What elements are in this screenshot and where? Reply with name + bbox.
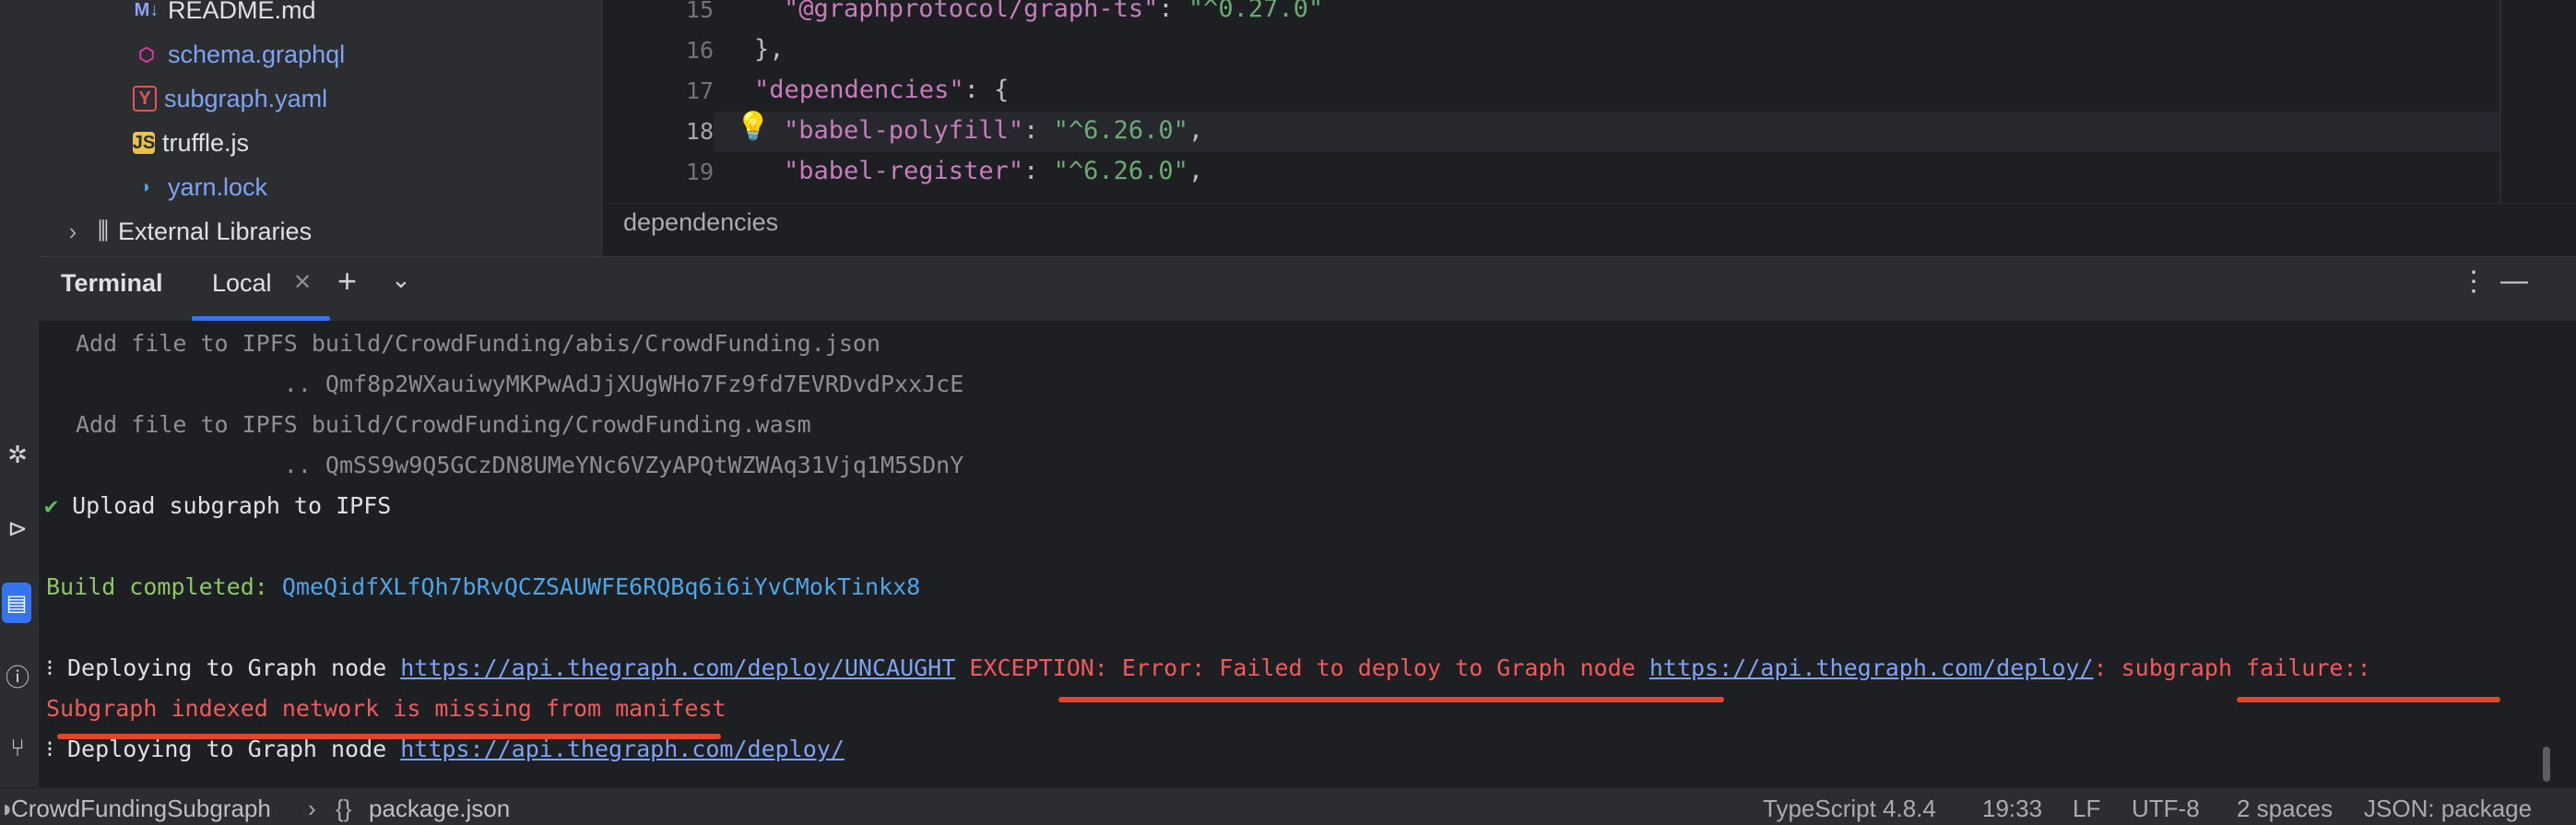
line-number: 17 xyxy=(685,77,714,104)
terminal-line: ⁝ Deploying to Graph node https://api.th… xyxy=(46,654,2371,681)
status-language[interactable]: TypeScript 4.8.4 xyxy=(1763,795,1936,823)
yaml-icon: Y xyxy=(133,86,157,112)
status-file[interactable]: package.json xyxy=(369,795,510,823)
minimize-icon[interactable]: — xyxy=(2500,265,2528,297)
project-tree: M↓ README.md ⬡ schema.graphql Y subgraph… xyxy=(39,0,603,256)
tree-item-truffle[interactable]: JS truffle.js xyxy=(133,122,249,164)
lightbulb-icon[interactable]: 💡 xyxy=(736,111,770,143)
terminal-line: Add file to IPFS build/CrowdFunding/abis… xyxy=(76,330,880,357)
code-line: "babel-register": "^6.26.0", xyxy=(784,157,1204,185)
tree-item-label: yarn.lock xyxy=(168,172,268,201)
line-number: 15 xyxy=(685,0,714,23)
tree-item-external-libraries[interactable]: › ⫼ External Libraries xyxy=(61,210,312,253)
tree-item-label: schema.graphql xyxy=(168,40,346,68)
more-options-icon[interactable]: ⋮ xyxy=(2460,265,2487,298)
tool-window-strip: ✲ ⊳ ▤ ⓘ ⑂ xyxy=(0,0,40,787)
code-line: "@graphprotocol/graph-ts": "^0.27.0" xyxy=(784,0,1324,23)
status-project[interactable]: CrowdFundingSubgraph xyxy=(11,795,271,823)
breadcrumb-item[interactable]: dependencies xyxy=(623,208,778,237)
new-tab-button[interactable]: + xyxy=(337,262,357,301)
editor-right-margin xyxy=(2499,0,2501,203)
deploy-link[interactable]: https://api.thegraph.com/deploy/UNCAUGHT xyxy=(400,654,955,681)
terminal-line: Add file to IPFS build/CrowdFunding/Crow… xyxy=(76,411,811,438)
code-line: "babel-polyfill": "^6.26.0", xyxy=(784,116,1204,145)
services-tool-icon[interactable]: ⊳ xyxy=(4,514,31,542)
tree-item-label: truffle.js xyxy=(162,128,250,157)
line-number-gutter: 15 16 17 18 19 xyxy=(605,0,714,203)
tree-item-label: External Libraries xyxy=(117,217,313,245)
deploy-link[interactable]: https://api.thegraph.com/deploy/ xyxy=(1649,654,2094,681)
annotation-underline xyxy=(57,734,721,739)
terminal-tool-icon[interactable]: ▤ xyxy=(2,583,31,623)
code-line: }, xyxy=(754,35,785,64)
check-icon: ✔ xyxy=(44,492,59,519)
terminal-header xyxy=(39,256,2576,322)
chevron-right-icon: › xyxy=(308,795,316,822)
yarn-icon: ◗ xyxy=(140,176,153,197)
graphql-tool-icon[interactable]: ✲ xyxy=(4,441,31,468)
tree-item-subgraph-yaml[interactable]: Y subgraph.yaml xyxy=(133,77,327,120)
terminal-title: Terminal xyxy=(61,269,163,297)
tree-item-schema[interactable]: ⬡ schema.graphql xyxy=(133,33,345,76)
code-line: "dependencies": { xyxy=(754,76,1010,104)
terminal-line: .. Qmf8p2WXauiwyMKPwAdJjXUgWHo7Fz9fd7EVR… xyxy=(76,371,964,397)
status-encoding[interactable]: UTF-8 xyxy=(2132,795,2200,823)
terminal-line: .. QmSS9w9Q5GCzDN8UMeYNc6VZyAPQtWZWAq31V… xyxy=(76,452,964,478)
annotation-underline xyxy=(2237,697,2500,702)
status-indent[interactable]: 2 spaces xyxy=(2237,795,2333,823)
terminal-line: ✔ Upload subgraph to IPFS xyxy=(44,492,392,519)
status-line-ending[interactable]: LF xyxy=(2073,795,2100,823)
deploy-link[interactable]: https://api.thegraph.com/deploy/ xyxy=(400,736,845,762)
javascript-icon: JS xyxy=(132,132,156,154)
graphql-icon: ⬡ xyxy=(138,44,155,65)
markdown-icon: M↓ xyxy=(134,0,160,20)
tree-item-readme[interactable]: M↓ README.md xyxy=(133,0,316,31)
library-icon: ⫼ xyxy=(98,217,109,244)
terminal-scrollbar[interactable] xyxy=(2543,747,2550,782)
git-tool-icon[interactable]: ⑂ xyxy=(4,734,31,761)
tree-item-yarn-lock[interactable]: ◗ yarn.lock xyxy=(133,166,267,208)
tab-local-label[interactable]: Local xyxy=(212,269,272,298)
tree-item-label: README.md xyxy=(168,0,316,24)
tree-item-label: subgraph.yaml xyxy=(164,84,328,112)
status-position[interactable]: 19:33 xyxy=(1982,795,2042,823)
line-number-current: 18 xyxy=(685,118,714,145)
chevron-right-icon[interactable]: › xyxy=(61,218,85,246)
chevron-down-icon[interactable]: ⌄ xyxy=(391,265,411,294)
annotation-underline xyxy=(1058,697,1724,702)
json-file-icon: {} xyxy=(336,795,352,822)
close-icon[interactable]: ✕ xyxy=(293,269,312,296)
terminal-line: Subgraph indexed network is missing from… xyxy=(46,695,727,722)
terminal-line: Build completed: QmeQidfXLfQh7bRvQCZSAUW… xyxy=(46,573,921,600)
line-number: 16 xyxy=(685,37,714,64)
status-schema[interactable]: JSON: package xyxy=(2364,795,2532,823)
line-number: 19 xyxy=(685,159,714,185)
problems-tool-icon[interactable]: ⓘ xyxy=(4,662,31,691)
editor-breadcrumb-bar xyxy=(605,203,2576,257)
terminal-line: ⁝ Deploying to Graph node https://api.th… xyxy=(46,736,845,762)
